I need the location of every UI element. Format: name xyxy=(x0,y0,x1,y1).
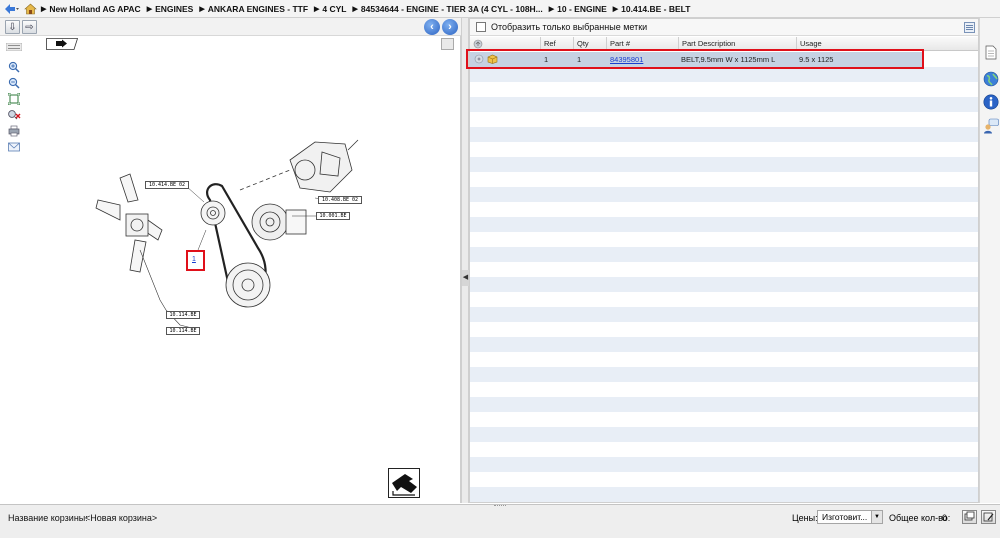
table-row-empty xyxy=(470,157,978,172)
table-row-empty xyxy=(470,67,978,82)
table-row-empty xyxy=(470,262,978,277)
fit-icon[interactable] xyxy=(6,92,22,106)
part-flag-icon xyxy=(46,38,79,50)
breadcrumb-item[interactable]: ▶ ENGINES xyxy=(147,4,194,14)
table-row-empty xyxy=(470,457,978,472)
table-row-empty xyxy=(470,202,978,217)
breadcrumb-item[interactable]: ▶ New Holland AG APAC xyxy=(41,4,141,14)
basket-view-icon[interactable] xyxy=(962,510,977,524)
zoom-out-icon[interactable] xyxy=(6,76,22,90)
email-icon[interactable] xyxy=(6,140,22,154)
callout-ref-label[interactable]: 10.414.BE 02 xyxy=(145,181,189,189)
download-right-icon[interactable]: ⇨ xyxy=(22,20,37,34)
download-up-icon[interactable]: ⇩ xyxy=(5,20,20,34)
table-row-empty xyxy=(470,292,978,307)
breadcrumb-item[interactable]: ▶ 4 CYL xyxy=(314,4,346,14)
show-selected-label: Отобразить только выбранные метки xyxy=(491,22,648,32)
prices-select[interactable]: Изготовит... ▼ xyxy=(817,510,883,524)
filter-bar: Отобразить только выбранные метки xyxy=(470,19,978,36)
callout-ref-label[interactable]: 10.114.BE xyxy=(166,311,200,319)
total-qty-value: 0 xyxy=(942,513,948,523)
show-selected-checkbox[interactable] xyxy=(476,22,486,32)
panel-splitter[interactable]: ◀ xyxy=(461,18,469,503)
table-row-empty xyxy=(470,127,978,142)
table-row-empty xyxy=(470,397,978,412)
table-body xyxy=(470,52,978,502)
diagram-tools xyxy=(6,40,24,156)
back-nav-icon[interactable] xyxy=(4,2,20,16)
info-icon[interactable] xyxy=(982,93,999,110)
callout-ref-label[interactable]: 10.114.BE xyxy=(166,327,200,335)
table-row-empty xyxy=(470,247,978,262)
table-row-empty xyxy=(470,277,978,292)
table-row-empty xyxy=(470,307,978,322)
resize-grip[interactable] xyxy=(494,505,506,509)
basket-edit-icon[interactable] xyxy=(981,510,996,524)
chevron-down-icon[interactable]: ▼ xyxy=(871,511,882,523)
table-row-empty xyxy=(470,232,978,247)
table-row-empty xyxy=(470,97,978,112)
table-row-empty xyxy=(470,367,978,382)
print-icon[interactable] xyxy=(6,124,22,138)
table-row-empty xyxy=(470,142,978,157)
basket-name-value[interactable]: <Новая корзина> xyxy=(85,513,157,523)
maximize-button[interactable] xyxy=(441,38,454,50)
table-row-empty xyxy=(470,187,978,202)
table-row-empty xyxy=(470,112,978,127)
prices-select-value: Изготовит... xyxy=(822,512,868,522)
next-arrow-icon[interactable]: › xyxy=(442,19,458,35)
table-row-empty xyxy=(470,352,978,367)
home-icon[interactable] xyxy=(24,2,37,16)
table-row-empty xyxy=(470,82,978,97)
table-row-empty xyxy=(470,382,978,397)
breadcrumb: ▶ New Holland AG APAC ▶ ENGINES ▶ ANKARA EN… xyxy=(0,0,1000,18)
table-row-empty xyxy=(470,322,978,337)
table-row-empty xyxy=(470,217,978,232)
table-row-empty xyxy=(470,442,978,457)
prices-label: Цены: xyxy=(792,513,818,523)
table-row-empty xyxy=(470,472,978,487)
callout-ref-number[interactable]: 1 xyxy=(192,256,196,263)
document-icon[interactable] xyxy=(982,44,999,61)
selected-callout-highlight[interactable]: 1 xyxy=(186,250,205,271)
table-row-empty xyxy=(470,427,978,442)
breadcrumb-item[interactable]: ▶ ANKARA ENGINES - TTF xyxy=(199,4,308,14)
breadcrumb-item[interactable]: ▶ 10 - ENGINE xyxy=(549,4,607,14)
columns-menu-icon[interactable] xyxy=(964,22,975,33)
table-row-empty xyxy=(470,172,978,187)
list-lines-icon[interactable] xyxy=(6,40,22,54)
breadcrumb-item[interactable]: ▶ 84534644 - ENGINE - TIER 3A (4 CYL - 10… xyxy=(353,4,543,14)
navigate-back-icon[interactable] xyxy=(388,468,420,498)
clear-selection-icon[interactable] xyxy=(6,108,22,122)
status-bar: Название корзины: <Новая корзина> Цены: … xyxy=(0,504,1000,538)
exploded-diagram xyxy=(90,130,370,345)
support-chat-icon[interactable] xyxy=(982,117,999,134)
basket-name-label: Название корзины: xyxy=(8,513,88,523)
prev-arrow-icon[interactable]: ‹ xyxy=(424,19,440,35)
table-row-empty xyxy=(470,337,978,352)
callout-ref-label[interactable]: 10.408.BE 02 xyxy=(318,196,362,204)
side-toolbar xyxy=(979,18,1000,503)
callout-ref-label[interactable]: 10.001.BE xyxy=(316,212,350,220)
breadcrumb-item-current[interactable]: ▶ 10.414.BE - BELT xyxy=(613,4,691,14)
table-row-empty xyxy=(470,487,978,502)
selected-row-highlight xyxy=(466,49,924,69)
diagram-toolbar: ⇩ ⇨ ‹ › xyxy=(0,18,461,36)
globe-icon[interactable] xyxy=(982,70,999,87)
zoom-in-icon[interactable] xyxy=(6,60,22,74)
collapse-arrow-icon[interactable]: ◀ xyxy=(462,270,469,286)
table-row-empty xyxy=(470,412,978,427)
